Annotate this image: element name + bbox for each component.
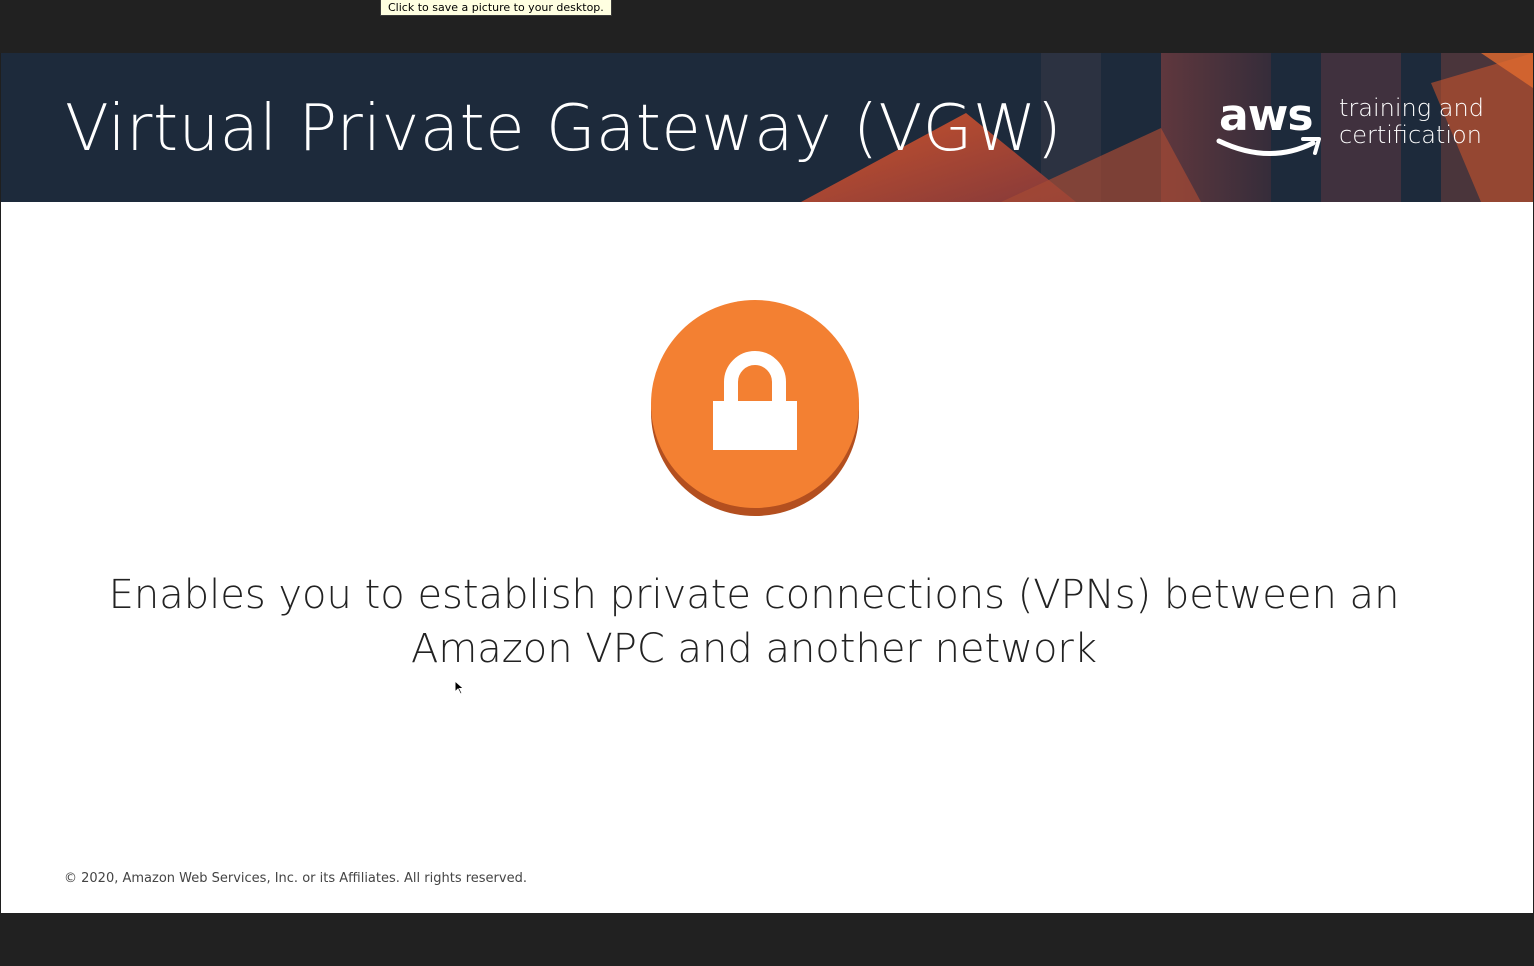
slide-title: Virtual Private Gateway (VGW) [65,92,1063,166]
presentation-slide[interactable]: Virtual Private Gateway (VGW) aws traini… [1,53,1533,913]
copyright-notice: © 2020, Amazon Web Services, Inc. or its… [64,871,527,886]
aws-tagline-line2: certification [1339,121,1482,149]
mouse-cursor-icon [454,680,465,695]
slide-description: Enables you to establish private connect… [108,572,1400,672]
bottom-letterbox-bar [0,913,1534,966]
slide-header: Virtual Private Gateway (VGW) aws traini… [1,53,1533,202]
aws-smile-arrow-icon [1216,137,1321,156]
lock-icon [651,300,859,516]
aws-wordmark: aws [1219,90,1314,141]
aws-tagline: training and certification [1339,95,1484,149]
top-letterbox-bar [0,0,1534,53]
aws-training-logo: aws training and certification [1213,91,1503,171]
aws-tagline-line1: training and [1339,94,1484,122]
save-picture-tooltip: Click to save a picture to your desktop. [380,0,612,16]
